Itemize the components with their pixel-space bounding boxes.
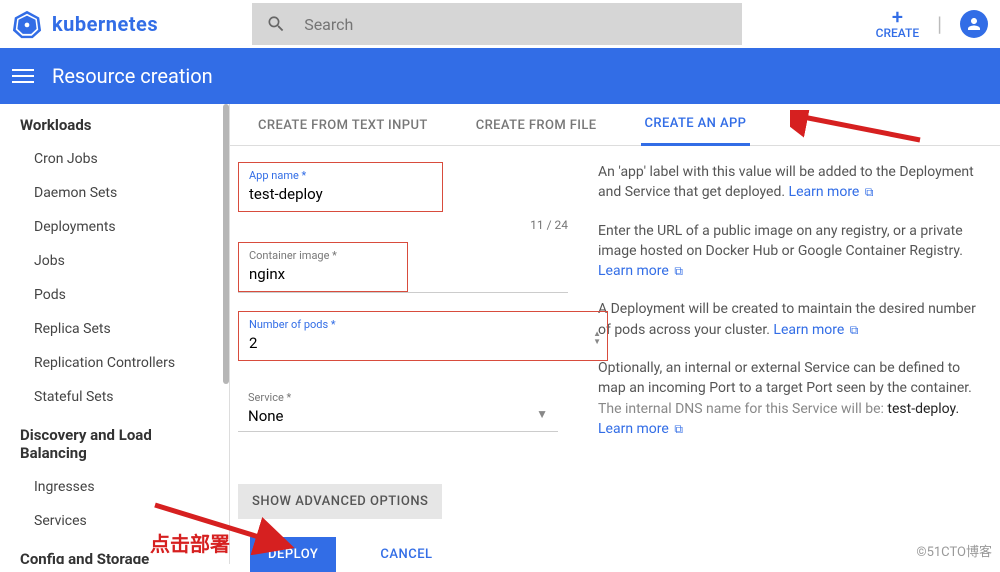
help-service: Optionally, an internal or external Serv…	[598, 358, 982, 439]
scrollbar[interactable]	[223, 104, 229, 384]
search-bar[interactable]	[252, 3, 742, 45]
show-advanced-button[interactable]: SHOW ADVANCED OPTIONS	[238, 484, 442, 519]
menu-icon[interactable]	[12, 69, 34, 83]
create-button[interactable]: + CREATE	[876, 8, 919, 40]
create-label: CREATE	[876, 26, 919, 40]
kubernetes-logo-icon	[12, 9, 42, 39]
learn-more-pods[interactable]: Learn more ⧉	[773, 322, 858, 338]
cancel-button[interactable]: CANCEL	[380, 547, 432, 562]
sidebar-item-ingresses[interactable]: Ingresses	[0, 470, 229, 504]
help-pods: A Deployment will be created to maintain…	[598, 299, 982, 340]
brand-text: kubernetes	[52, 12, 158, 36]
top-bar: kubernetes + CREATE |	[0, 0, 1000, 48]
logo[interactable]: kubernetes	[12, 9, 252, 39]
learn-more-app[interactable]: Learn more ⧉	[789, 184, 874, 200]
number-of-pods-field[interactable]: Number of pods * ▲▼	[238, 311, 608, 361]
sidebar-item-repcontrollers[interactable]: Replication Controllers	[0, 346, 229, 380]
tab-create-app[interactable]: CREATE AN APP	[641, 104, 751, 146]
deploy-button[interactable]: DEPLOY	[250, 537, 336, 572]
learn-more-service[interactable]: Learn more ⧉	[598, 421, 683, 437]
sidebar-item-cronjobs[interactable]: Cron Jobs	[0, 142, 229, 176]
app-name-field[interactable]: App name *	[238, 162, 443, 212]
app-name-label: App name *	[239, 163, 442, 184]
pods-input[interactable]	[239, 334, 607, 360]
sidebar-item-services[interactable]: Services	[0, 504, 229, 538]
help-image: Enter the URL of a public image on any r…	[598, 221, 982, 282]
form-column: App name * 11 / 24 Container image * Num…	[230, 162, 570, 572]
toolbar: Resource creation	[0, 48, 1000, 104]
help-app: An 'app' label with this value will be a…	[598, 162, 982, 203]
container-image-input[interactable]	[239, 265, 407, 291]
sidebar-head-config: Config and Storage	[0, 538, 229, 564]
sidebar-item-jobs[interactable]: Jobs	[0, 244, 229, 278]
sidebar-item-deployments[interactable]: Deployments	[0, 210, 229, 244]
sidebar-item-replicasets[interactable]: Replica Sets	[0, 312, 229, 346]
service-select[interactable]: None	[238, 407, 558, 431]
container-image-field[interactable]: Container image *	[238, 242, 408, 292]
chevron-down-icon: ▼	[536, 407, 548, 421]
sidebar-head-workloads: Workloads	[0, 104, 229, 142]
app-name-counter: 11 / 24	[238, 218, 568, 232]
main-panel: CREATE FROM TEXT INPUT CREATE FROM FILE …	[230, 104, 1000, 564]
learn-more-image[interactable]: Learn more ⧉	[598, 263, 683, 279]
page-title: Resource creation	[52, 64, 213, 88]
search-icon	[266, 13, 286, 35]
tab-from-file[interactable]: CREATE FROM FILE	[472, 106, 601, 145]
service-field[interactable]: Service * None ▼	[238, 385, 558, 432]
sidebar-item-statefulsets[interactable]: Stateful Sets	[0, 380, 229, 414]
container-image-label: Container image *	[239, 243, 407, 264]
sidebar-item-pods[interactable]: Pods	[0, 278, 229, 312]
search-input[interactable]	[304, 15, 728, 34]
service-label: Service *	[238, 385, 558, 406]
divider: |	[937, 12, 942, 36]
stepper-icon[interactable]: ▲▼	[593, 330, 601, 346]
pods-label: Number of pods *	[239, 312, 607, 333]
plus-icon: +	[892, 8, 903, 26]
sidebar-head-discovery: Discovery and Load Balancing	[0, 414, 229, 470]
app-name-input[interactable]	[239, 185, 442, 211]
watermark: ©51CTO博客	[916, 541, 992, 560]
help-column: An 'app' label with this value will be a…	[598, 162, 990, 572]
sidebar-item-daemonsets[interactable]: Daemon Sets	[0, 176, 229, 210]
account-icon[interactable]	[960, 10, 988, 38]
sidebar: Workloads Cron Jobs Daemon Sets Deployme…	[0, 104, 230, 564]
tabs: CREATE FROM TEXT INPUT CREATE FROM FILE …	[230, 104, 1000, 146]
tab-text-input[interactable]: CREATE FROM TEXT INPUT	[254, 106, 432, 145]
